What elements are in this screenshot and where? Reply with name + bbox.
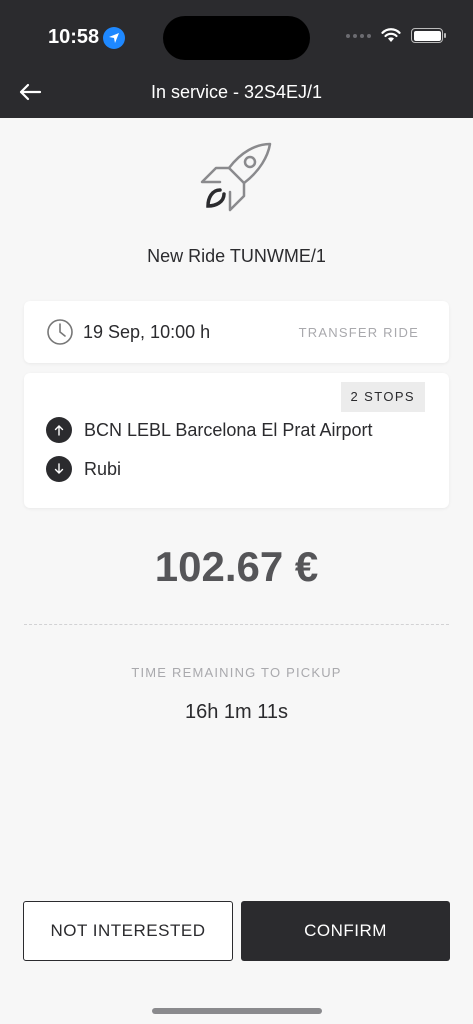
- location-arrow-icon: [103, 26, 126, 49]
- nav-title: In service - 32S4EJ/1: [150, 82, 323, 102]
- top-bar: 10:58 In service - 32S4EJ/1: [0, 0, 473, 118]
- ride-price: 102.67 €: [154, 543, 319, 590]
- confirm-button[interactable]: CONFIRM: [241, 901, 450, 961]
- time-remaining-value: 16h 1m 11s: [184, 701, 289, 723]
- dynamic-island: [163, 16, 310, 60]
- pickup-stop: BCN LEBL Barcelona El Prat Airport: [46, 417, 372, 443]
- home-indicator[interactable]: [152, 1008, 322, 1014]
- ride-stops-card: 2 STOPS BCN LEBL Barcelona El Prat Airpo…: [24, 373, 449, 508]
- rocket-icon: [200, 142, 272, 212]
- battery-icon: [411, 28, 446, 43]
- dropoff-label: Rubi: [84, 458, 122, 479]
- stops-badge: 2 STOPS: [340, 382, 425, 412]
- pickup-label: BCN LEBL Barcelona El Prat Airport: [84, 419, 373, 440]
- ride-title: New Ride TUNWME/1: [147, 246, 326, 266]
- clock-icon: [47, 319, 73, 345]
- time-remaining-label: TIME REMAINING TO PICKUP: [131, 665, 342, 680]
- cellular-signal-icon: [346, 33, 371, 38]
- ride-date: 19 Sep, 10:00 h: [83, 322, 211, 342]
- wifi-icon: [381, 28, 401, 42]
- dropoff-stop: Rubi: [46, 456, 121, 482]
- status-time-label: 10:58: [48, 26, 100, 48]
- arrow-up-icon: [46, 417, 72, 443]
- not-interested-button[interactable]: NOT INTERESTED: [23, 901, 233, 961]
- arrow-down-icon: [46, 456, 72, 482]
- ride-date-card: 19 Sep, 10:00 h TRANSFER RIDE: [24, 301, 449, 363]
- ride-type: TRANSFER RIDE: [298, 325, 419, 340]
- status-indicators: [346, 28, 446, 43]
- dashed-divider: [24, 624, 449, 625]
- status-time: 10:58: [48, 26, 126, 49]
